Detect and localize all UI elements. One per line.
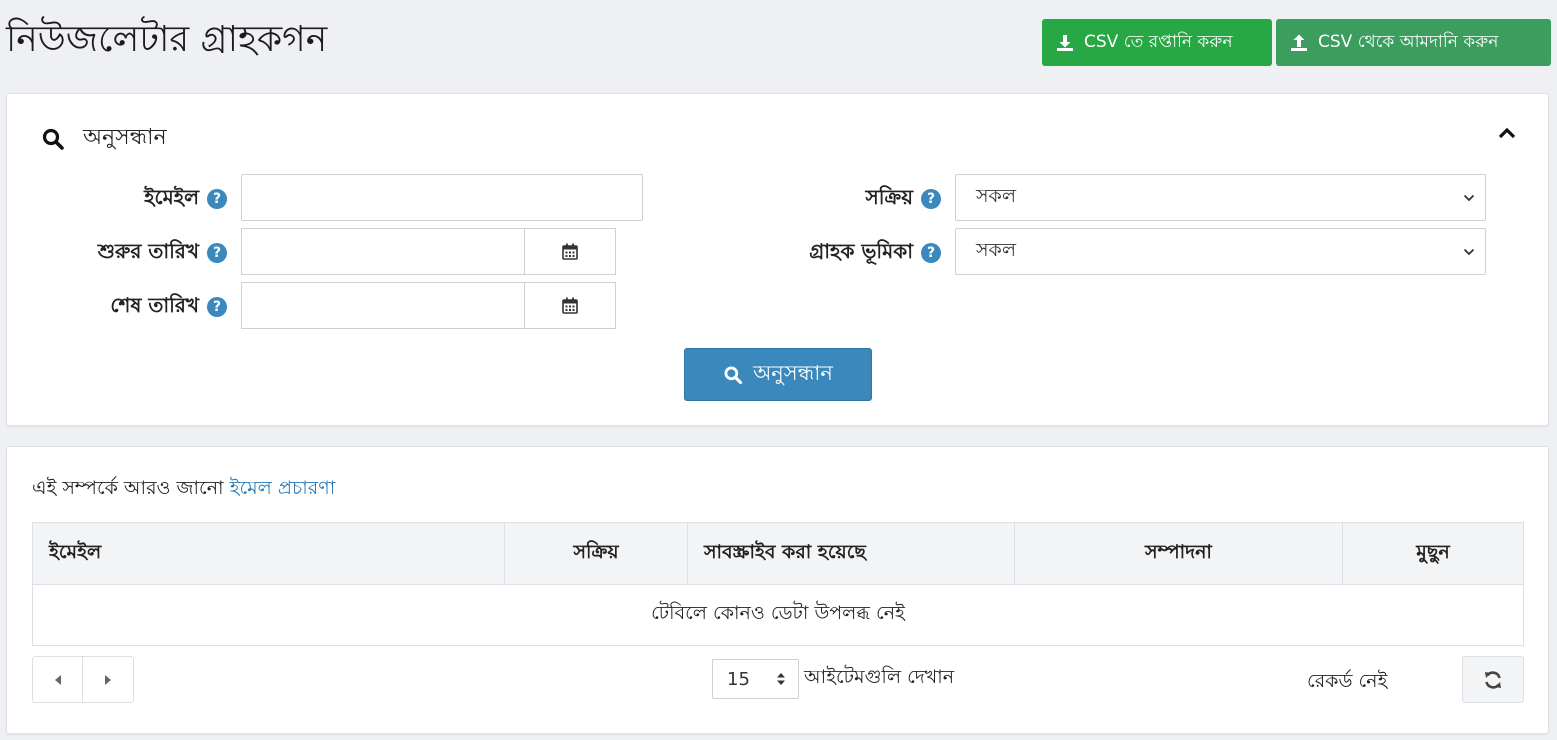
search-icon <box>724 366 743 384</box>
start-date-picker <box>241 228 616 275</box>
help-icon[interactable]: ? <box>207 189 227 209</box>
page-title: নিউজলেটার গ্রাহকগন <box>6 19 328 60</box>
email-label-group: ইমেইল ? <box>47 184 227 214</box>
help-icon[interactable]: ? <box>207 243 227 263</box>
column-delete: মুছুন <box>1416 540 1450 563</box>
export-csv-button[interactable]: CSV তে রপ্তানি করুন <box>1042 19 1272 66</box>
table-header: ইমেইল সক্রিয় সাবস্ক্রাইব করা হয়েছে সম্… <box>33 523 1523 585</box>
search-panel: অনুসন্ধান ইমেইল ? শুরুর তারিখ ? শেষ তারি… <box>6 93 1549 426</box>
page-size-label: আইটেমগুলি দেখান <box>804 666 955 688</box>
page-size-value: 15 <box>727 668 750 690</box>
active-selected-value: সকল <box>976 184 1017 207</box>
end-date-label-group: শেষ তারিখ ? <box>47 292 227 322</box>
help-icon[interactable]: ? <box>921 189 941 209</box>
learn-more-text: এই সম্পর্কে আরও জানো ইমেল প্রচারণা <box>32 474 335 506</box>
chevron-up-icon[interactable] <box>1498 126 1516 140</box>
records-info: রেকর্ড নেই <box>1307 670 1388 692</box>
empty-table-message: টেবিলে কোনও ডেটা উপলব্ধ নেই <box>651 602 905 624</box>
export-csv-label: CSV তে রপ্তানি করুন <box>1084 31 1233 52</box>
calendar-icon <box>562 297 578 314</box>
learn-more-prefix: এই সম্পর্কে আরও জানো <box>32 477 224 499</box>
search-panel-header[interactable]: অনুসন্ধান <box>41 120 167 157</box>
caret-left-icon <box>54 674 61 685</box>
page-size-select[interactable]: 15 <box>712 659 799 699</box>
role-label: গ্রাহক ভূমিকা <box>809 238 913 263</box>
caret-right-icon <box>105 674 111 685</box>
import-csv-button[interactable]: CSV থেকে আমদানি করুন <box>1276 19 1551 66</box>
column-active[interactable]: সক্রিয় <box>505 523 688 584</box>
subscribers-panel: এই সম্পর্কে আরও জানো ইমেল প্রচারণা ইমেইল… <box>6 446 1549 734</box>
refresh-button[interactable] <box>1462 656 1524 703</box>
active-label: সক্রিয় <box>865 184 913 209</box>
end-date-picker <box>241 282 616 329</box>
sort-icon <box>777 673 785 685</box>
search-button[interactable]: অনুসন্ধান <box>684 348 872 401</box>
column-email[interactable]: ইমেইল <box>33 523 505 584</box>
customer-role-select[interactable]: সকল <box>955 228 1486 275</box>
active-select[interactable]: সকল <box>955 174 1486 221</box>
start-date-label-group: শুরুর তারিখ ? <box>47 238 227 268</box>
role-label-group: গ্রাহক ভূমিকা ? <box>707 238 941 268</box>
email-field[interactable] <box>241 174 643 221</box>
end-date-input[interactable] <box>241 282 524 329</box>
help-icon[interactable]: ? <box>921 243 941 263</box>
role-selected-value: সকল <box>976 238 1017 261</box>
start-date-calendar-button[interactable] <box>524 228 616 275</box>
column-subscribed[interactable]: সাবস্ক্রাইব করা হয়েছে <box>688 523 1015 584</box>
email-label: ইমেইল <box>144 184 199 209</box>
end-date-label: শেষ তারিখ <box>110 292 199 317</box>
search-panel-title: অনুসন্ধান <box>83 125 167 150</box>
email-campaign-link[interactable]: ইমেল প্রচারণা <box>230 477 336 499</box>
search-button-label: অনুসন্ধান <box>753 361 833 385</box>
next-page-button[interactable] <box>83 657 133 702</box>
subscribers-table: ইমেইল সক্রিয় সাবস্ক্রাইব করা হয়েছে সম্… <box>32 522 1524 646</box>
pager <box>32 656 134 703</box>
column-edit: সম্পাদনা <box>1015 523 1343 584</box>
chevron-down-icon <box>1463 194 1475 201</box>
end-date-calendar-button[interactable] <box>524 282 616 329</box>
upload-icon <box>1291 34 1307 51</box>
refresh-icon <box>1485 670 1501 689</box>
start-date-input[interactable] <box>241 228 524 275</box>
download-icon <box>1057 34 1073 51</box>
active-label-group: সক্রিয় ? <box>707 184 941 214</box>
search-icon <box>42 128 64 150</box>
start-date-label: শুরুর তারিখ <box>97 238 199 263</box>
chevron-down-icon <box>1463 248 1475 255</box>
import-csv-label: CSV থেকে আমদানি করুন <box>1318 31 1499 52</box>
previous-page-button[interactable] <box>33 657 83 702</box>
help-icon[interactable]: ? <box>207 297 227 317</box>
calendar-icon <box>562 243 578 260</box>
